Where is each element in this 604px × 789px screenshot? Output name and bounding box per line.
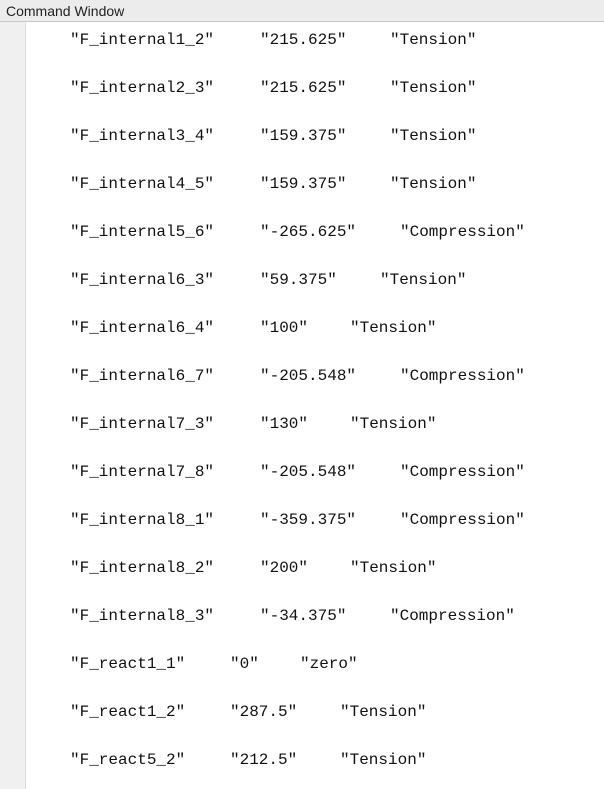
output-row: "F_internal2_3" "215.625" "Tension"	[26, 78, 604, 98]
row-variable-name: "F_internal8_3"	[70, 607, 215, 625]
row-force-state: "Tension"	[390, 127, 477, 145]
row-variable-name: "F_internal2_3"	[70, 79, 215, 97]
row-force-value: "200"	[260, 559, 309, 577]
output-row: "F_internal6_7" "-205.548" "Compression"	[26, 366, 604, 386]
command-output[interactable]: "F_internal1_2" "215.625" "Tension" "F_i…	[26, 22, 604, 789]
row-force-state: "Compression"	[400, 367, 525, 385]
row-force-value: "159.375"	[260, 175, 347, 193]
row-force-state: "Tension"	[390, 175, 477, 193]
row-force-state: "Tension"	[340, 703, 427, 721]
row-variable-name: "F_react1_2"	[70, 703, 186, 721]
row-force-state: "Tension"	[350, 415, 437, 433]
row-variable-name: "F_internal8_1"	[70, 511, 215, 529]
row-force-state: "Tension"	[350, 559, 437, 577]
output-row: "F_internal3_4" "159.375" "Tension"	[26, 126, 604, 146]
row-force-state: "Compression"	[400, 223, 525, 241]
row-force-value: "59.375"	[260, 271, 337, 289]
command-window-gutter	[0, 22, 26, 789]
row-force-state: "Tension"	[390, 79, 477, 97]
output-row: "F_internal8_1" "-359.375" "Compression"	[26, 510, 604, 530]
output-row: "F_internal1_2" "215.625" "Tension"	[26, 30, 604, 50]
output-row: "F_internal8_3" "-34.375" "Compression"	[26, 606, 604, 626]
output-row: "F_internal7_8" "-205.548" "Compression"	[26, 462, 604, 482]
row-force-value: "-359.375"	[260, 511, 357, 529]
row-force-state: "Tension"	[350, 319, 437, 337]
row-variable-name: "F_internal6_4"	[70, 319, 215, 337]
row-variable-name: "F_internal7_3"	[70, 415, 215, 433]
row-variable-name: "F_internal7_8"	[70, 463, 215, 481]
command-window: Command Window "F_internal1_2" "215.625"…	[0, 0, 604, 789]
row-variable-name: "F_internal6_7"	[70, 367, 215, 385]
row-force-value: "215.625"	[260, 79, 347, 97]
output-row: "F_internal7_3" "130" "Tension"	[26, 414, 604, 434]
row-variable-name: "F_react1_1"	[70, 655, 186, 673]
row-force-state: "Compression"	[390, 607, 515, 625]
row-force-value: "-205.548"	[260, 463, 357, 481]
row-force-value: "287.5"	[230, 703, 298, 721]
row-variable-name: "F_react5_2"	[70, 751, 186, 769]
row-variable-name: "F_internal6_3"	[70, 271, 215, 289]
output-row: "F_internal4_5" "159.375" "Tension"	[26, 174, 604, 194]
window-title: Command Window	[6, 3, 125, 19]
row-force-state: "Tension"	[380, 271, 467, 289]
row-force-state: "Tension"	[390, 31, 477, 49]
output-row: "F_react5_2" "212.5" "Tension"	[26, 750, 604, 770]
row-variable-name: "F_internal1_2"	[70, 31, 215, 49]
output-row: "F_internal6_3" "59.375" "Tension"	[26, 270, 604, 290]
row-force-value: "215.625"	[260, 31, 347, 49]
row-variable-name: "F_internal4_5"	[70, 175, 215, 193]
row-variable-name: "F_internal8_2"	[70, 559, 215, 577]
row-force-value: "-34.375"	[260, 607, 347, 625]
row-variable-name: "F_internal5_6"	[70, 223, 215, 241]
row-force-value: "212.5"	[230, 751, 298, 769]
output-row: "F_react1_2" "287.5" "Tension"	[26, 702, 604, 722]
output-row: "F_internal8_2" "200" "Tension"	[26, 558, 604, 578]
row-force-value: "159.375"	[260, 127, 347, 145]
row-force-value: "-265.625"	[260, 223, 357, 241]
command-window-titlebar: Command Window	[0, 0, 604, 22]
row-force-state: "zero"	[300, 655, 358, 673]
row-force-value: "100"	[260, 319, 309, 337]
row-force-value: "130"	[260, 415, 309, 433]
row-force-value: "-205.548"	[260, 367, 357, 385]
output-row: "F_internal5_6" "-265.625" "Compression"	[26, 222, 604, 242]
row-force-value: "0"	[230, 655, 259, 673]
row-force-state: "Compression"	[400, 463, 525, 481]
row-force-state: "Tension"	[340, 751, 427, 769]
output-row: "F_react1_1" "0" "zero"	[26, 654, 604, 674]
output-row: "F_internal6_4" "100" "Tension"	[26, 318, 604, 338]
row-force-state: "Compression"	[400, 511, 525, 529]
row-variable-name: "F_internal3_4"	[70, 127, 215, 145]
